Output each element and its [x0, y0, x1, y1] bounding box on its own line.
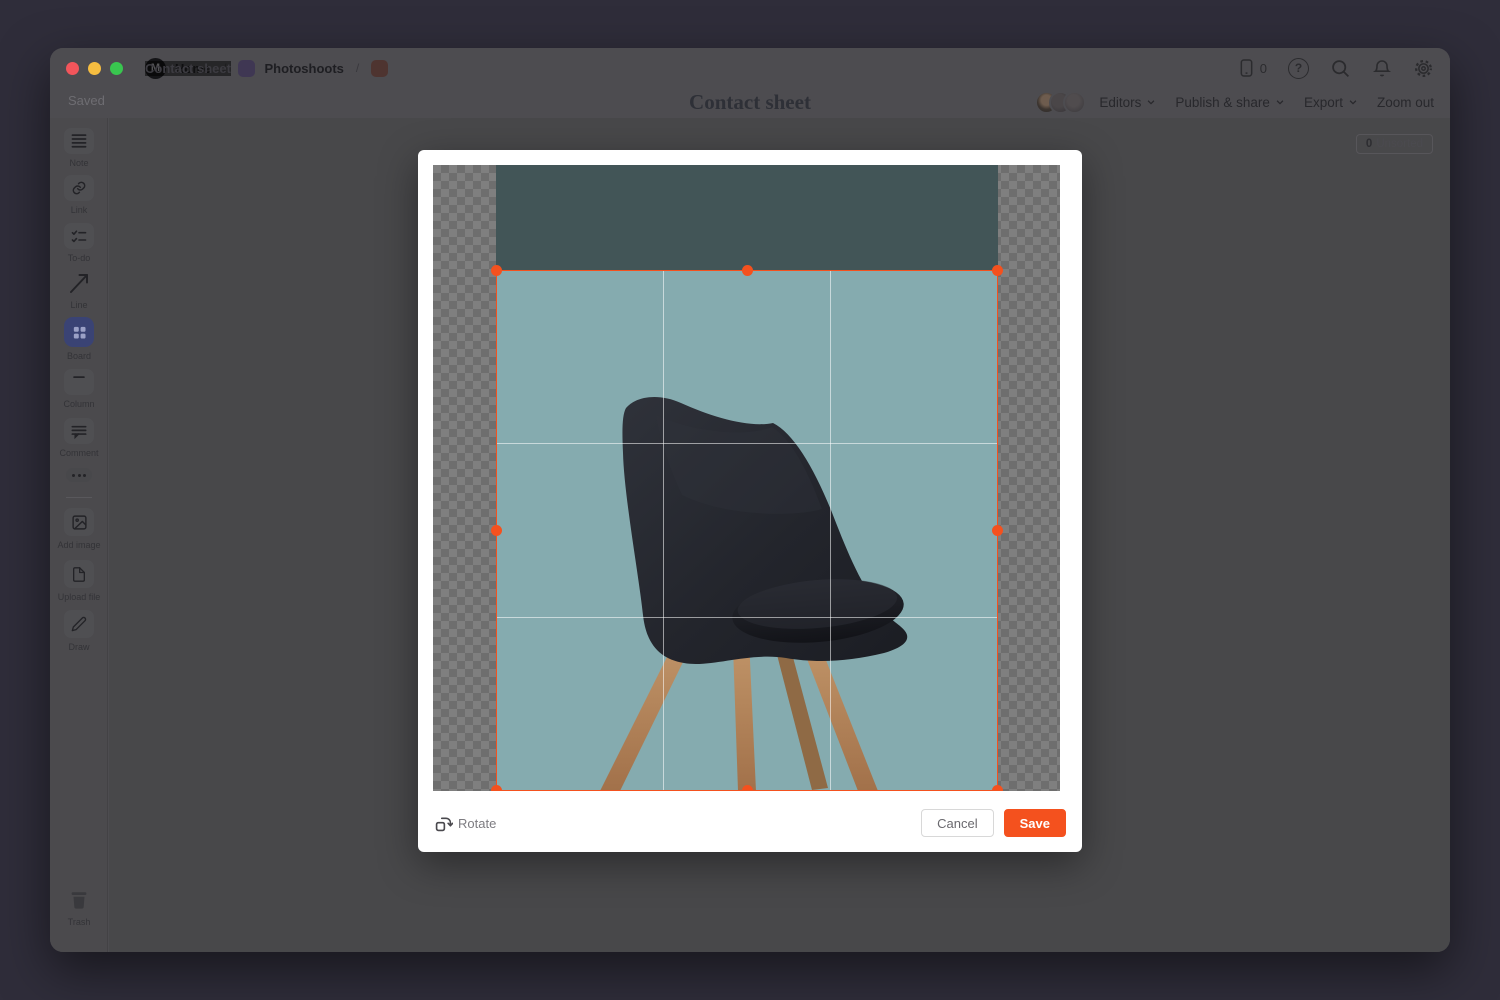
zoom-out-label: Zoom out [1377, 95, 1434, 110]
search-icon[interactable] [1330, 58, 1351, 79]
help-icon[interactable]: ? [1288, 58, 1309, 79]
crop-selection[interactable] [496, 270, 998, 791]
rotate-icon [434, 814, 453, 833]
crop-handle-bottom-mid[interactable] [742, 785, 753, 791]
publish-share-label: Publish & share [1175, 95, 1270, 110]
note-icon [64, 128, 94, 154]
sidebar-item-add-image[interactable]: Add image [50, 508, 108, 550]
device-preview-button[interactable]: 0 [1239, 58, 1267, 78]
crop-handle-mid-left[interactable] [491, 525, 502, 536]
unsorted-count: 0 [1366, 138, 1372, 150]
draw-icon [64, 610, 94, 638]
rotate-label: Rotate [458, 816, 496, 831]
crop-handle-top-right[interactable] [992, 265, 1003, 276]
tool-label: Trash [68, 917, 91, 927]
crop-dim-overlay [433, 165, 1060, 270]
export-label: Export [1304, 95, 1343, 110]
crop-dim-overlay [998, 270, 1060, 791]
close-window-button[interactable] [66, 62, 79, 75]
editors-menu[interactable]: Editors [1099, 95, 1156, 110]
sidebar-item-link[interactable]: Link [50, 175, 108, 215]
crop-handle-mid-right[interactable] [992, 525, 1003, 536]
avatar [1063, 91, 1086, 114]
line-icon [64, 270, 94, 296]
notifications-bell-icon[interactable] [1372, 58, 1392, 79]
crop-gridline [830, 271, 831, 790]
breadcrumb-contact-sheet[interactable]: Contact sheet [145, 61, 231, 76]
todo-icon [64, 223, 94, 249]
tool-label: Column [63, 399, 94, 409]
sidebar-more-tools[interactable] [50, 468, 108, 482]
traffic-lights [66, 62, 123, 75]
sidebar-item-draw[interactable]: Draw [50, 610, 108, 652]
crop-gridline [663, 271, 664, 790]
trash-icon [64, 887, 94, 913]
crop-image-area [433, 165, 1060, 791]
sidebar-item-todo[interactable]: To-do [50, 223, 108, 263]
sidebar-item-note[interactable]: Note [50, 128, 108, 168]
sidebar-item-upload-file[interactable]: Upload file [50, 560, 108, 602]
crop-handle-top-left[interactable] [491, 265, 502, 276]
photoshoots-board-icon[interactable] [238, 60, 255, 77]
device-count: 0 [1260, 61, 1267, 76]
topbar: M Home / Photoshoots / Contact sheet 0 ? [50, 48, 1450, 118]
chevron-down-icon [1348, 97, 1358, 107]
tool-label: Comment [59, 448, 98, 458]
save-button[interactable]: Save [1004, 809, 1066, 837]
board-icon [64, 317, 94, 347]
chevron-down-icon [1146, 97, 1156, 107]
rotate-button[interactable]: Rotate [434, 814, 496, 833]
comment-icon [64, 418, 94, 444]
zoom-window-button[interactable] [110, 62, 123, 75]
more-icon [66, 468, 92, 482]
unsorted-badge[interactable]: 0 Unsorted [1356, 134, 1433, 154]
crop-gridline [497, 443, 997, 444]
tool-label: Board [67, 351, 91, 361]
tool-label: Line [70, 300, 87, 310]
crop-handle-top-mid[interactable] [742, 265, 753, 276]
image-crop-modal: Rotate Cancel Save [418, 150, 1082, 852]
breadcrumb-separator: / [353, 61, 362, 75]
chevron-down-icon [1275, 97, 1285, 107]
breadcrumb-photoshoots[interactable]: Photoshoots [264, 61, 343, 76]
breadcrumb: M Home / Photoshoots / Contact sheet [145, 58, 388, 79]
crop-handle-bottom-left[interactable] [491, 785, 502, 791]
sidebar-item-column[interactable]: Column [50, 369, 108, 409]
mobile-device-icon [1239, 58, 1254, 78]
settings-gear-icon[interactable] [1413, 58, 1434, 79]
upload-file-icon [64, 560, 94, 588]
editor-avatars[interactable] [1035, 91, 1086, 114]
tool-label: Upload file [58, 592, 101, 602]
add-image-icon [64, 508, 94, 536]
crop-gridline [497, 617, 997, 618]
link-icon [64, 175, 94, 201]
crop-dim-overlay [433, 270, 496, 791]
cancel-button[interactable]: Cancel [921, 809, 993, 837]
tool-label: Link [71, 205, 88, 215]
minimize-window-button[interactable] [88, 62, 101, 75]
sidebar-item-trash[interactable]: Trash [50, 887, 108, 927]
column-icon [64, 369, 94, 395]
sidebar-item-comment[interactable]: Comment [50, 418, 108, 458]
unsorted-label: Unsorted [1376, 138, 1423, 150]
tool-label: Add image [57, 540, 100, 550]
zoom-out-button[interactable]: Zoom out [1377, 95, 1434, 110]
tool-label: To-do [68, 253, 91, 263]
sidebar-item-board[interactable]: Board [50, 317, 108, 361]
sidebar-item-line[interactable]: Line [50, 270, 108, 310]
export-menu[interactable]: Export [1304, 95, 1358, 110]
editors-menu-label: Editors [1099, 95, 1141, 110]
crop-handle-bottom-right[interactable] [992, 785, 1003, 791]
publish-share-menu[interactable]: Publish & share [1175, 95, 1285, 110]
sidebar-divider [66, 497, 92, 498]
tool-label: Note [69, 158, 88, 168]
tool-label: Draw [68, 642, 89, 652]
contact-sheet-board-icon[interactable] [371, 60, 388, 77]
tools-sidebar: Note Link To-do [50, 118, 108, 952]
crop-modal-footer: Rotate Cancel Save [418, 794, 1082, 852]
